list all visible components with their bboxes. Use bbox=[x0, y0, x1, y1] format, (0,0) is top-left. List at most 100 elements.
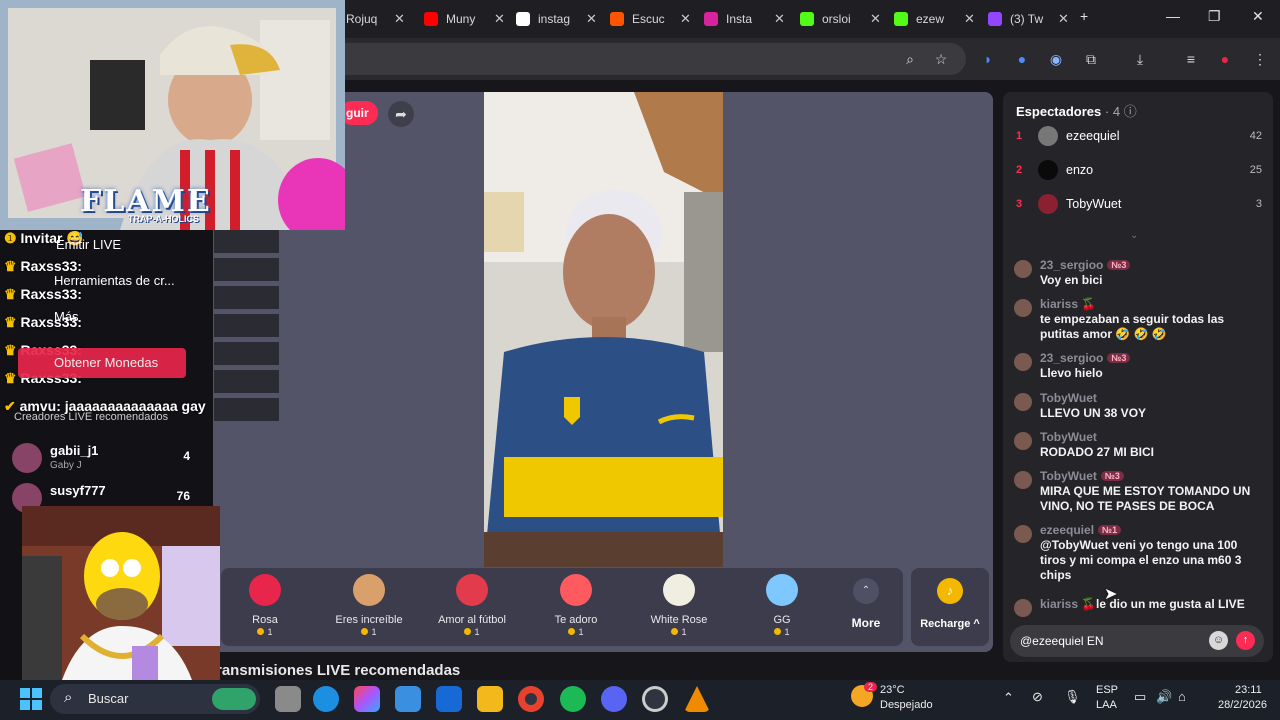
more-gifts-button[interactable]: ⌃ More bbox=[846, 578, 886, 630]
recharge-button[interactable]: ♪ Recharge ^ bbox=[911, 568, 989, 646]
avatar[interactable] bbox=[1014, 260, 1032, 278]
tab-label: Escuc bbox=[632, 12, 665, 26]
gift-item[interactable]: White Rose 1 bbox=[629, 574, 729, 637]
microphone-icon[interactable]: 🎙 bbox=[1064, 689, 1081, 705]
windows-start-icon[interactable] bbox=[20, 688, 42, 710]
chat-username[interactable]: kiariss 🍒 bbox=[1040, 597, 1096, 611]
viewer-row[interactable]: 2 enzo 25 bbox=[1016, 158, 1262, 182]
close-icon[interactable]: ✕ bbox=[394, 11, 405, 27]
new-tab-button[interactable]: + bbox=[1080, 8, 1088, 24]
emoji-icon[interactable]: ☺ bbox=[1209, 631, 1228, 650]
clock-date[interactable]: 28/2/2026 bbox=[1218, 699, 1267, 711]
chevron-down-icon[interactable]: ⌄ bbox=[1130, 230, 1138, 241]
clock-time[interactable]: 23:11 bbox=[1235, 684, 1262, 696]
outlook-icon[interactable] bbox=[436, 686, 462, 712]
share-icon[interactable]: ➦ bbox=[388, 101, 414, 127]
bookmark-star-icon[interactable]: ☆ bbox=[932, 50, 950, 68]
close-icon[interactable]: ✕ bbox=[870, 11, 881, 27]
extension-icon[interactable]: ◗ bbox=[979, 50, 997, 68]
follow-button[interactable]: guir bbox=[340, 101, 378, 125]
download-icon[interactable]: ⤓ bbox=[1131, 50, 1149, 68]
address-bar[interactable] bbox=[330, 43, 966, 75]
discord-icon[interactable] bbox=[601, 686, 627, 712]
browser-tab[interactable]: instag ✕ bbox=[516, 6, 597, 32]
avatar[interactable] bbox=[1014, 353, 1032, 371]
battery-icon[interactable]: ⌂ bbox=[1178, 689, 1186, 704]
browser-tab[interactable]: Escuc ✕ bbox=[610, 6, 691, 32]
close-window-button[interactable]: ✕ bbox=[1252, 8, 1264, 25]
tray-chevron-icon[interactable]: ⌃ bbox=[1003, 690, 1014, 706]
send-icon[interactable]: ↑ bbox=[1236, 631, 1255, 650]
browser-tab[interactable]: Insta ✕ bbox=[704, 6, 785, 32]
chat-username[interactable]: TobyWuet bbox=[1040, 391, 1097, 405]
maximize-button[interactable]: ❐ bbox=[1208, 8, 1221, 25]
webcam-overlay: FLAME TRAP-A-HOLICS bbox=[0, 0, 345, 230]
copilot-icon[interactable] bbox=[354, 686, 380, 712]
browser-tab[interactable]: ezew ✕ bbox=[894, 6, 975, 32]
language-layout[interactable]: LAA bbox=[1096, 699, 1117, 711]
gift-item[interactable]: Rosa 1 bbox=[215, 574, 315, 637]
steam-icon[interactable] bbox=[642, 686, 668, 712]
display-icon[interactable]: ▭ bbox=[1134, 689, 1146, 705]
avatar[interactable] bbox=[1014, 471, 1032, 489]
close-icon[interactable]: ✕ bbox=[680, 11, 691, 27]
edge-icon[interactable] bbox=[313, 686, 339, 712]
chat-username-text: kiariss 🍒 bbox=[1040, 597, 1097, 611]
weather-desc: Despejado bbox=[880, 699, 933, 711]
file-explorer-icon[interactable] bbox=[477, 686, 503, 712]
gift-item[interactable]: Eres increíble 1 bbox=[319, 574, 419, 637]
chat-username[interactable]: 23_sergioo №3 bbox=[1040, 351, 1131, 365]
rank-badge: №1 bbox=[1098, 525, 1122, 535]
chrome-icon[interactable] bbox=[518, 686, 544, 712]
gift-item[interactable]: Amor al fútbol 1 bbox=[422, 574, 522, 637]
close-icon[interactable]: ✕ bbox=[1058, 11, 1069, 27]
puzzle-icon[interactable]: ⧉ bbox=[1082, 50, 1100, 68]
avatar[interactable] bbox=[1014, 599, 1032, 617]
extension-icon[interactable]: ● bbox=[1013, 50, 1031, 68]
menu-more[interactable]: Más bbox=[54, 309, 79, 324]
close-icon[interactable]: ✕ bbox=[494, 11, 505, 27]
close-icon[interactable]: ✕ bbox=[586, 11, 597, 27]
creator-item[interactable]: gabii_j1 Gaby J 4 bbox=[12, 443, 202, 475]
chat-username[interactable]: TobyWuet bbox=[1040, 430, 1097, 444]
viewer-row[interactable]: 1 ezeequiel 42 bbox=[1016, 124, 1262, 148]
close-icon[interactable]: ✕ bbox=[774, 11, 785, 27]
chat-username[interactable]: ezeequiel №1 bbox=[1040, 523, 1122, 537]
browser-tab[interactable]: Rojuq ✕ bbox=[346, 6, 405, 32]
chat-text: MIRA QUE ME ESTOY TOMANDO UN VINO, NO TE… bbox=[1040, 484, 1251, 513]
network-icon[interactable]: ⊘ bbox=[1032, 689, 1043, 705]
get-coins-button[interactable]: Obtener Monedas bbox=[18, 348, 186, 378]
avatar bbox=[1038, 194, 1058, 214]
minimize-button[interactable]: — bbox=[1166, 8, 1180, 24]
browser-tab[interactable]: (3) Tw ✕ bbox=[988, 6, 1069, 32]
spotify-icon[interactable] bbox=[560, 686, 586, 712]
help-icon[interactable]: ⓘ bbox=[1124, 104, 1137, 119]
creator-name: gabii_j1 bbox=[50, 443, 99, 458]
chat-username[interactable]: TobyWuet №3 bbox=[1040, 469, 1124, 483]
close-icon[interactable]: ✕ bbox=[964, 11, 975, 27]
avatar[interactable] bbox=[1014, 432, 1032, 450]
gift-item[interactable]: Te adoro 1 bbox=[526, 574, 626, 637]
chat-username[interactable]: 23_sergioo №3 bbox=[1040, 258, 1131, 272]
profile-avatar[interactable]: ● bbox=[1216, 50, 1234, 68]
menu-emit-live[interactable]: Emitir LIVE bbox=[56, 237, 121, 252]
viewer-row[interactable]: 3 TobyWuet 3 bbox=[1016, 192, 1262, 216]
gift-item[interactable]: GG 1 bbox=[732, 574, 832, 637]
language-code[interactable]: ESP bbox=[1096, 684, 1118, 696]
speaker-icon[interactable]: 🔊 bbox=[1156, 689, 1172, 705]
chat-username[interactable]: kiariss 🍒 bbox=[1040, 297, 1096, 311]
avatar[interactable] bbox=[1014, 299, 1032, 317]
avatar[interactable] bbox=[1014, 525, 1032, 543]
browser-tab[interactable]: Muny ✕ bbox=[424, 6, 505, 32]
live-video[interactable] bbox=[484, 92, 723, 567]
task-view-icon[interactable] bbox=[275, 686, 301, 712]
avatar[interactable] bbox=[1014, 393, 1032, 411]
zoom-icon[interactable]: ⌕ bbox=[901, 50, 919, 68]
search-highlight-icon[interactable] bbox=[212, 688, 256, 710]
media-control-icon[interactable]: ≡ bbox=[1182, 50, 1200, 68]
menu-kebab-icon[interactable]: ⋮ bbox=[1251, 50, 1269, 68]
menu-creator-tools[interactable]: Herramientas de cr... bbox=[54, 273, 175, 288]
browser-tab[interactable]: orsloi ✕ bbox=[800, 6, 881, 32]
extension-icon[interactable]: ◉ bbox=[1047, 50, 1065, 68]
store-icon[interactable] bbox=[395, 686, 421, 712]
